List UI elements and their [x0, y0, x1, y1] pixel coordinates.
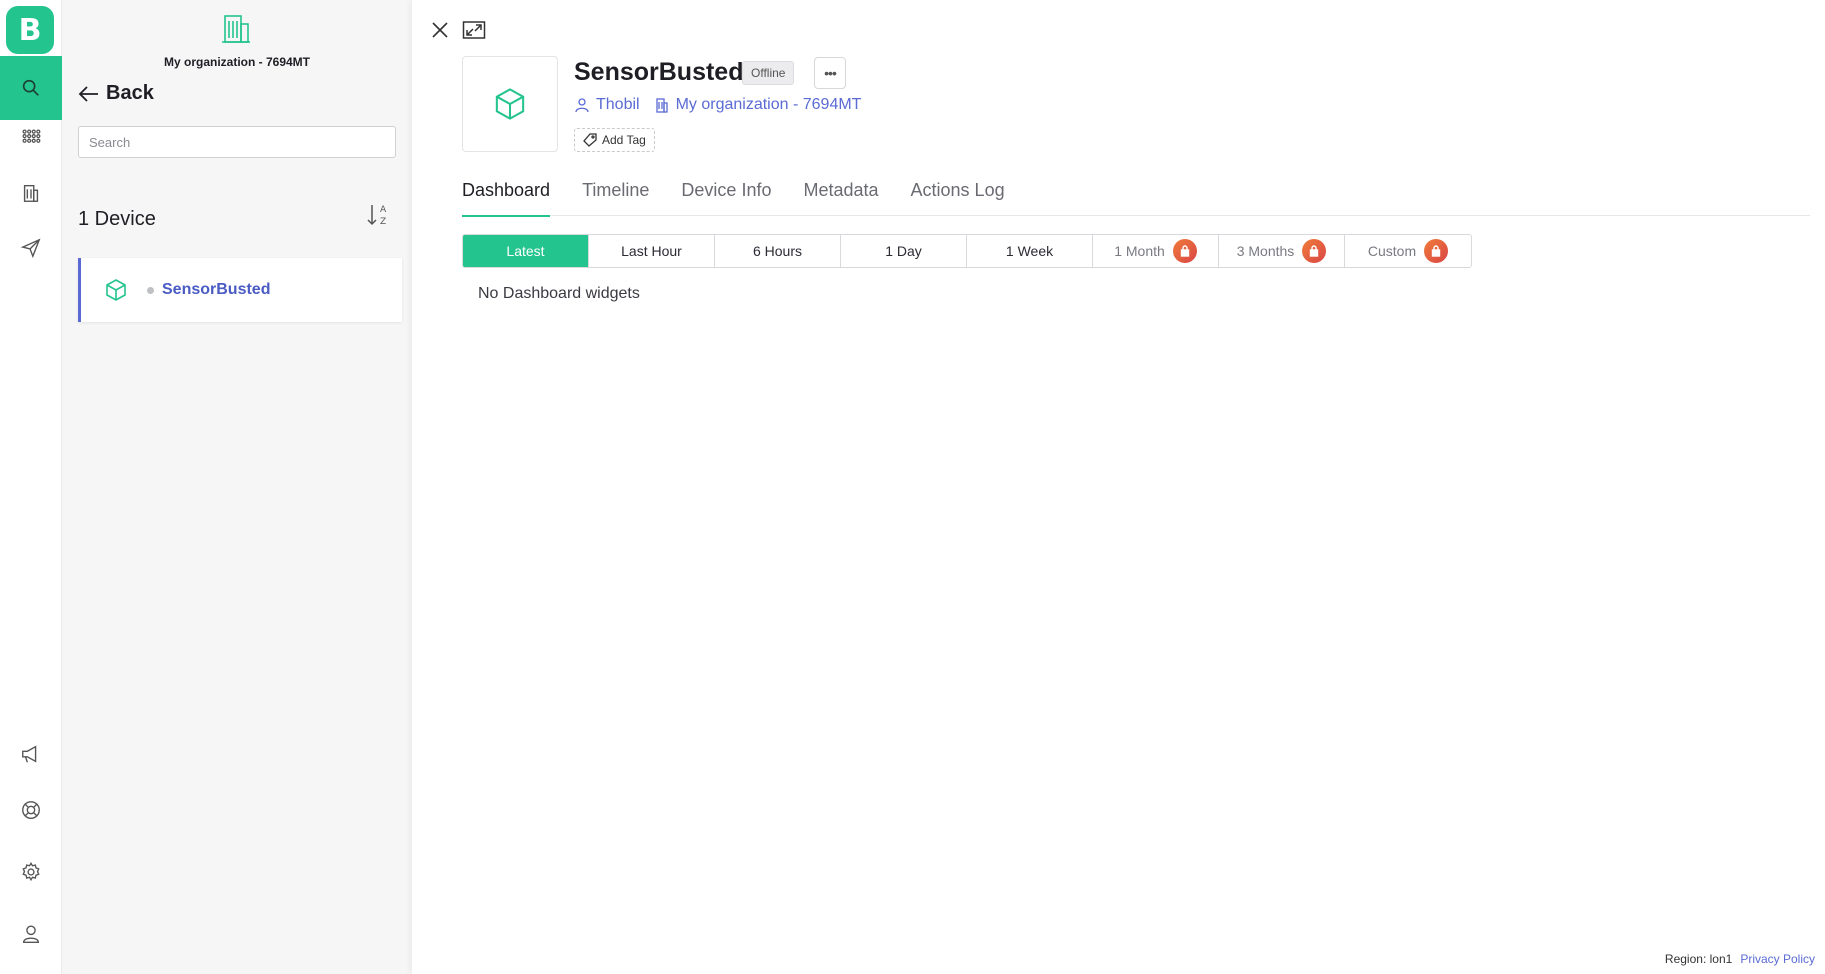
more-options-button[interactable]: ••• — [814, 57, 846, 89]
lock-icon — [1424, 239, 1449, 263]
building-icon — [655, 98, 668, 113]
announcements-nav-button[interactable] — [0, 722, 62, 786]
arrow-left-icon — [78, 85, 98, 102]
apps-grid-icon — [22, 129, 41, 143]
help-nav-button[interactable] — [0, 778, 62, 842]
send-nav-button[interactable] — [0, 216, 62, 280]
range-1-day[interactable]: 1 Day — [841, 235, 967, 267]
status-badge: Offline — [742, 61, 795, 85]
megaphone-icon — [22, 745, 37, 763]
device-count: 1 Device — [78, 208, 156, 230]
organization-name-link: My organization - 7694MT — [675, 96, 862, 113]
owner-link[interactable]: Thobil — [574, 96, 640, 114]
svg-text:A: A — [380, 205, 387, 215]
range-label: Last Hour — [621, 243, 682, 259]
add-tag-label: Add Tag — [602, 133, 646, 147]
range-label: 1 Month — [1114, 243, 1165, 259]
device-tabs: Dashboard Timeline Device Info Metadata … — [462, 180, 1810, 217]
device-cube-icon — [495, 88, 525, 120]
range-1-month[interactable]: 1 Month — [1093, 235, 1219, 267]
device-list-name: SensorBusted — [162, 281, 271, 298]
device-status-dot — [147, 286, 154, 294]
tag-icon — [583, 133, 597, 147]
expand-icon — [462, 21, 486, 39]
close-button[interactable] — [430, 20, 450, 40]
add-tag-button[interactable]: Add Tag — [574, 128, 655, 152]
settings-nav-button[interactable] — [0, 840, 62, 904]
range-1-week[interactable]: 1 Week — [967, 235, 1093, 267]
device-cube-icon — [106, 279, 126, 301]
building-icon — [23, 184, 39, 202]
range-label: 6 Hours — [752, 243, 803, 259]
back-label: Back — [106, 82, 154, 104]
footer: Region: lon1 Privacy Policy — [1665, 952, 1815, 966]
organization-header: My organization - 7694MT — [62, 0, 412, 72]
organization-name: My organization - 7694MT — [163, 55, 311, 69]
tab-device-info[interactable]: Device Info — [681, 180, 771, 216]
back-button[interactable]: Back — [78, 82, 154, 105]
close-icon — [432, 22, 448, 38]
search-icon — [22, 79, 39, 96]
tab-metadata[interactable]: Metadata — [803, 180, 878, 216]
user-icon — [22, 925, 40, 943]
range-label: 3 Months — [1236, 243, 1295, 259]
organization-building-icon — [222, 15, 250, 43]
device-avatar — [462, 56, 558, 152]
device-list-panel: My organization - 7694MT Back 1 Device A… — [62, 0, 412, 974]
region-label: Region: lon1 — [1664, 952, 1733, 966]
sort-button[interactable]: A Z — [366, 202, 390, 233]
range-label: 1 Day — [885, 243, 922, 259]
user-icon — [575, 98, 589, 113]
tab-actions-log[interactable]: Actions Log — [911, 180, 1005, 216]
range-label: Custom — [1367, 243, 1417, 259]
range-label: 1 Week — [1005, 243, 1054, 259]
organization-link[interactable]: My organization - 7694MT — [654, 96, 862, 114]
svg-text:Z: Z — [380, 217, 386, 227]
more-dots-icon: ••• — [824, 65, 837, 81]
empty-dashboard-message: No Dashboard widgets — [478, 285, 640, 302]
search-input[interactable] — [78, 126, 396, 158]
range-3-months[interactable]: 3 Months — [1219, 235, 1345, 267]
detail-toolbar — [430, 20, 486, 40]
range-last-hour[interactable]: Last Hour — [589, 235, 715, 267]
device-title: SensorBusted — [574, 58, 744, 86]
device-detail: SensorBusted Offline ••• Thobil My organ… — [412, 0, 1825, 974]
range-latest[interactable]: Latest — [463, 235, 589, 267]
device-list-item[interactable]: SensorBusted — [78, 258, 402, 322]
tab-timeline[interactable]: Timeline — [582, 180, 649, 216]
app-logo[interactable]: B — [6, 6, 54, 54]
lock-icon — [1302, 239, 1327, 263]
privacy-policy-link[interactable]: Privacy Policy — [1740, 952, 1815, 966]
gear-icon — [22, 861, 40, 882]
owner-name: Thobil — [596, 96, 640, 113]
nav-rail: B — [0, 0, 62, 974]
device-meta: Thobil My organization - 7694MT — [574, 96, 875, 114]
time-range-selector: Latest Last Hour 6 Hours 1 Day 1 Week 1 … — [462, 234, 1472, 268]
expand-button[interactable] — [462, 20, 486, 40]
range-6-hours[interactable]: 6 Hours — [715, 235, 841, 267]
range-label: Latest — [506, 243, 545, 259]
send-icon — [20, 238, 41, 259]
range-custom[interactable]: Custom — [1345, 235, 1471, 267]
lifebuoy-icon — [22, 801, 40, 819]
lock-icon — [1172, 239, 1197, 263]
tab-dashboard[interactable]: Dashboard — [462, 180, 551, 217]
profile-nav-button[interactable] — [0, 902, 62, 966]
sort-az-icon: A Z — [367, 205, 387, 227]
